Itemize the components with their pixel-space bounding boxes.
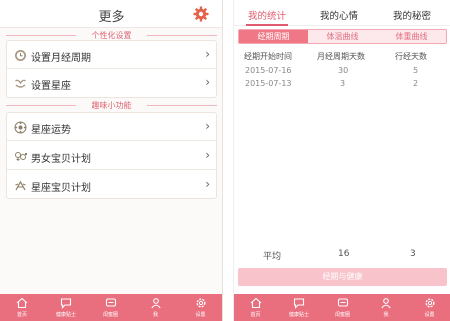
gear-icon <box>196 298 205 308</box>
tab-home[interactable]: 首页 <box>234 294 277 321</box>
horoscope-row[interactable]: 星座运势 › <box>7 113 216 141</box>
set-period-row[interactable]: 设置月经周期 › <box>7 41 216 69</box>
zodiac-icon <box>15 79 26 88</box>
section-label-personal: 个性化设置 <box>6 30 217 40</box>
settings-screen: 更多 个性化设置 设置月经周期 › 设置星座 › 趣味小功能 星座运势 › 男女… <box>0 0 223 321</box>
cell-start-date: 2015-07-13 <box>245 79 292 88</box>
person-icon <box>150 298 161 309</box>
set-zodiac-row[interactable]: 设置星座 › <box>7 69 216 97</box>
message-icon <box>337 298 348 307</box>
star-baby-icon <box>15 180 26 191</box>
baby-gender-plan-label: 男女宝贝计划 <box>31 154 91 165</box>
zodiac-baby-plan-row[interactable]: 星座宝贝计划 › <box>7 171 216 199</box>
tab-settings[interactable]: 设置 <box>178 294 222 321</box>
fun-card: 星座运势 › 男女宝贝计划 › 星座宝贝计划 › <box>6 112 217 199</box>
gear-icon <box>425 298 434 308</box>
chart-type-segmented-control: 经期周期 体温曲线 体重曲线 <box>238 29 447 44</box>
segment-weight-curve[interactable]: 体重曲线 <box>377 30 446 43</box>
chevron-right-icon: › <box>205 148 210 162</box>
header-start-date: 经期开始时间 <box>244 52 292 61</box>
section-label-fun: 趣味小功能 <box>6 100 217 110</box>
set-period-label: 设置月经周期 <box>31 53 91 64</box>
settings-card: 设置月经周期 › 设置星座 › <box>6 40 217 98</box>
average-cycle-days: 16 <box>338 249 350 259</box>
tab-me[interactable]: 我 <box>364 294 408 321</box>
header-period-days: 行经天数 <box>395 52 427 61</box>
zodiac-baby-plan-label: 星座宝贝计划 <box>31 183 91 194</box>
page-title: 更多 <box>98 10 125 25</box>
tab-my-stats[interactable]: 我的统计 <box>248 8 286 22</box>
clock-icon <box>15 50 26 61</box>
average-period-days: 3 <box>410 249 416 259</box>
tab-my-secret[interactable]: 我的秘密 <box>393 8 431 22</box>
chevron-right-icon: › <box>205 75 210 89</box>
top-tab-bar: 我的统计 我的心情 我的秘密 <box>234 0 450 26</box>
cell-period-days: 2 <box>413 79 419 88</box>
bottom-tab-bar: 首页 健康贴士 闺蜜圈 我 设置 <box>234 294 450 321</box>
header-cycle-days: 月经周期天数 <box>317 52 365 61</box>
tab-health-tips[interactable]: 健康贴士 <box>44 294 88 321</box>
chat-bubble-icon <box>60 298 72 309</box>
tab-home[interactable]: 首页 <box>0 294 44 321</box>
statistics-screen: 我的统计 我的心情 我的秘密 经期周期 体温曲线 体重曲线 经期开始时间 月经周… <box>233 0 450 321</box>
bottom-tab-bar: 首页 健康贴士 闺蜜圈 我 设置 <box>0 294 222 321</box>
tab-settings[interactable]: 设置 <box>408 294 450 321</box>
person-icon <box>381 298 391 309</box>
active-tab-indicator <box>246 24 288 26</box>
period-health-button[interactable]: 经期与健康 <box>238 268 447 286</box>
cell-start-date: 2015-07-16 <box>245 66 292 75</box>
cell-period-days: 5 <box>413 66 419 75</box>
segment-period-cycle[interactable]: 经期周期 <box>239 30 308 43</box>
gear-icon[interactable] <box>193 6 209 22</box>
chat-bubble-icon <box>293 298 305 309</box>
astro-wheel-icon <box>14 121 27 134</box>
home-icon <box>16 297 28 309</box>
tab-bestie-circle[interactable]: 闺蜜圈 <box>321 294 364 321</box>
gender-icon <box>15 152 27 161</box>
tab-me[interactable]: 我 <box>133 294 178 321</box>
chevron-right-icon: › <box>205 47 210 61</box>
segment-temperature-curve[interactable]: 体温曲线 <box>308 30 377 43</box>
tab-bestie-circle[interactable]: 闺蜜圈 <box>88 294 133 321</box>
horoscope-label: 星座运势 <box>31 125 71 136</box>
message-icon <box>105 298 116 307</box>
tab-health-tips[interactable]: 健康贴士 <box>277 294 321 321</box>
header-bar: 更多 <box>0 0 222 28</box>
tab-my-mood[interactable]: 我的心情 <box>320 8 358 22</box>
cell-cycle-days: 30 <box>338 66 349 75</box>
home-icon <box>250 297 261 309</box>
set-zodiac-label: 设置星座 <box>31 81 71 92</box>
cell-cycle-days: 3 <box>340 79 346 88</box>
average-label: 平均 <box>263 252 282 262</box>
chevron-right-icon: › <box>205 119 210 133</box>
baby-gender-plan-row[interactable]: 男女宝贝计划 › <box>7 142 216 170</box>
chevron-right-icon: › <box>205 177 210 191</box>
